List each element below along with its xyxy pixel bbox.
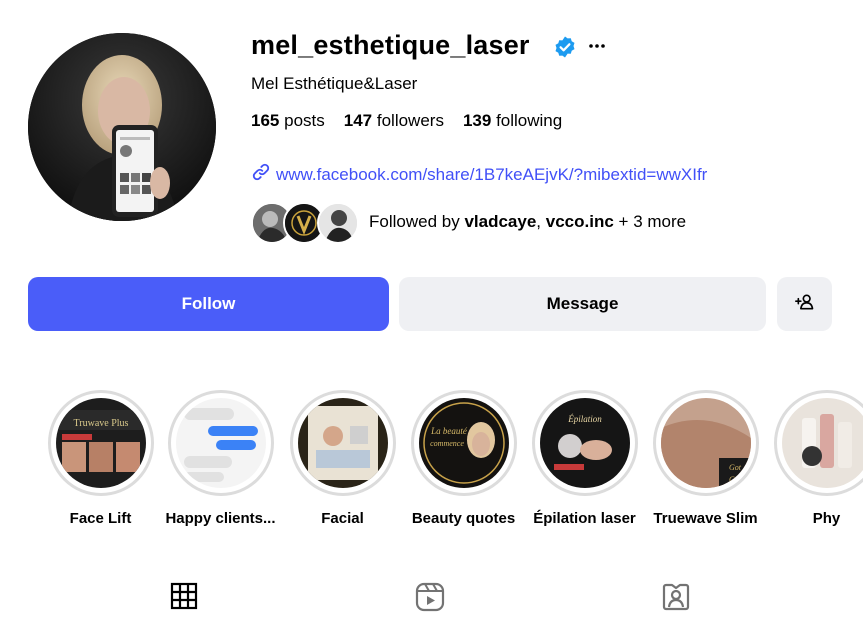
following-count: 139 [462,111,492,130]
followers-stat[interactable]: 147 followers [344,111,444,131]
highlight-item[interactable]: La beauté commence Beauty quotes [403,390,524,527]
add-person-icon [794,292,815,317]
highlight-cover: La beauté commence [418,398,509,488]
mutual-follower-avatars [251,202,359,244]
following-stat[interactable]: 139 following [463,111,562,131]
highlight-item[interactable]: Facial [282,390,403,527]
followed-by-prefix: Followed by [369,212,460,231]
highlight-cover-ring: Got Got [652,390,759,496]
profile-tabs [0,580,863,618]
link-icon [251,162,271,187]
followed-by-row[interactable]: Followed by vladcaye, vcco.inc + 3 more [251,202,686,244]
reels-icon[interactable] [415,582,445,612]
svg-text:La beauté: La beauté [430,426,468,436]
followed-by-text: Followed by vladcaye, vcco.inc + 3 more [369,212,686,232]
highlight-cover-ring: Épilation [531,390,638,496]
followed-by-user-1: vladcaye [464,212,537,231]
highlight-label: Happy clients... [165,510,276,527]
followed-by-user-2: vcco.inc [545,212,614,231]
highlight-label: Phy [812,510,841,527]
posts-label: posts [284,111,325,130]
svg-text:Truwave Plus: Truwave Plus [73,418,128,429]
follow-button[interactable]: Follow [28,277,389,331]
svg-text:commence: commence [430,439,464,448]
highlight-item[interactable]: Got Got Truewave Slim [645,390,766,527]
highlight-label: Face Lift [69,510,132,527]
highlight-cover-ring: Truwave Plus [47,390,154,496]
highlight-cover-ring [773,390,863,496]
posts-stat: 165 posts [251,111,325,131]
profile-external-link[interactable]: www.facebook.com/share/1B7keAEjvK/?mibex… [276,165,707,185]
highlight-item[interactable]: Truwave Plus Face Lift [40,390,161,527]
profile-link-row: www.facebook.com/share/1B7keAEjvK/?mibex… [251,162,707,187]
highlight-item[interactable]: Épilation Épilation laser [524,390,645,527]
highlight-item[interactable]: Happy clients... [160,390,281,527]
profile-username: mel_esthetique_laser [251,30,530,60]
highlight-label: Truewave Slim [653,510,758,527]
svg-text:Got: Got [729,463,742,472]
profile-avatar[interactable] [28,33,216,221]
profile-stats: 165 posts 147 followers 139 following [251,111,581,131]
highlight-cover-ring [289,390,396,496]
highlight-cover: Truwave Plus [55,398,146,488]
highlight-label: Facial [321,510,364,527]
mutual-avatar-3 [317,202,359,244]
highlight-cover-ring [167,390,274,496]
followers-count: 147 [343,111,373,130]
highlight-cover [175,398,266,488]
highlight-cover [781,398,863,488]
more-options-icon[interactable] [588,36,606,56]
grid-icon[interactable] [170,582,200,612]
story-highlights: Truwave Plus Face Lift Happy clients... … [0,390,863,540]
followed-by-suffix: + 3 more [618,212,687,231]
svg-text:Got: Got [729,475,742,484]
highlight-cover-ring: La beauté commence [410,390,517,496]
highlight-cover: Got Got [660,398,751,488]
highlight-label: Beauty quotes [411,510,516,527]
highlight-label: Épilation laser [533,510,636,527]
profile-full-name: Mel Esthétique&Laser [251,74,418,93]
highlight-cover [297,398,388,488]
highlight-cover: Épilation [539,398,630,488]
message-button[interactable]: Message [399,277,766,331]
svg-text:Épilation: Épilation [567,414,602,424]
tagged-icon[interactable] [661,582,691,612]
highlight-item[interactable]: Phy [766,390,863,527]
followed-by-separator: , [536,212,542,231]
posts-count: 165 [251,111,280,130]
following-label: following [496,111,563,130]
verified-icon [553,35,577,59]
profile-photo [28,33,216,221]
followers-label: followers [376,111,444,130]
suggested-accounts-button[interactable] [777,277,832,331]
